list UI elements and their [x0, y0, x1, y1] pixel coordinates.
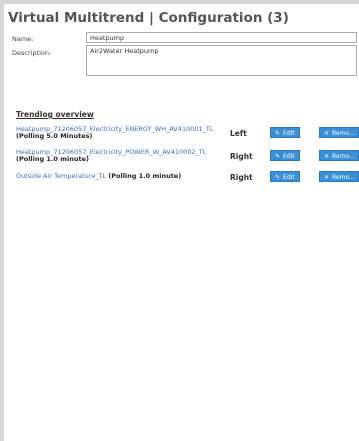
remove-button-label: Remo... — [332, 153, 355, 160]
description-label: Description: — [12, 49, 52, 57]
trendlog-axis: Right — [230, 173, 253, 182]
trendlog-color-swatch[interactable] — [213, 129, 221, 137]
edit-icon: ✎ — [275, 130, 281, 137]
edit-icon: ✎ — [275, 174, 281, 181]
edit-icon: ✎ — [275, 153, 281, 160]
remove-button[interactable]: ✕ Remo... — [319, 150, 359, 161]
edit-button-label: Edit — [283, 130, 295, 137]
trendlog-name-line: Outside Air Temperature_TL (Polling 1.0 … — [16, 172, 181, 180]
remove-button-label: Remo... — [332, 130, 355, 137]
remove-icon: ✕ — [324, 153, 330, 160]
remove-button[interactable]: ✕ Remo... — [319, 127, 359, 138]
trendlog-interval: (Polling 1.0 minute) — [108, 172, 182, 180]
description-field[interactable]: Air2Water Heatpump — [86, 45, 357, 76]
trendlog-overview-title: Trendlog overview — [16, 110, 94, 119]
trendlog-axis: Right — [230, 152, 253, 161]
trendlog-row: Outside Air Temperature_TL (Polling 1.0 … — [16, 168, 359, 190]
trendlog-color-swatch[interactable] — [213, 173, 221, 181]
trendlog-name-link[interactable]: Outside Air Temperature_TL — [16, 172, 106, 180]
edit-button[interactable]: ✎ Edit — [270, 127, 300, 138]
remove-icon: ✕ — [324, 130, 330, 137]
configuration-page: Virtual Multitrend | Configuration (3) N… — [4, 4, 359, 441]
trendlog-interval: (Polling 5.0 Minutes) — [16, 132, 93, 140]
trendlog-interval: (Polling 1.0 minute) — [16, 155, 89, 163]
remove-button-label: Remo... — [332, 174, 355, 181]
edit-button-label: Edit — [283, 153, 295, 160]
trendlog-row: Heatpump_71206057_Electricity_POWER_W_AV… — [16, 148, 359, 170]
trendlog-row: Heatpump_71206057_Electricity_ENERGY_WH_… — [16, 125, 359, 147]
page-title: Virtual Multitrend | Configuration (3) — [8, 10, 289, 26]
name-field[interactable]: Heatpump — [86, 32, 357, 43]
remove-icon: ✕ — [324, 174, 330, 181]
remove-button[interactable]: ✕ Remo... — [319, 171, 359, 182]
page-title-text: Virtual Multitrend | Configuration — [8, 10, 263, 26]
edit-button[interactable]: ✎ Edit — [270, 150, 300, 161]
edit-button-label: Edit — [283, 174, 295, 181]
name-label: Name: — [12, 35, 34, 43]
page-title-count: (3) — [267, 10, 289, 26]
trendlog-axis: Left — [230, 129, 247, 138]
trendlog-color-swatch[interactable] — [213, 152, 221, 160]
edit-button[interactable]: ✎ Edit — [270, 171, 300, 182]
